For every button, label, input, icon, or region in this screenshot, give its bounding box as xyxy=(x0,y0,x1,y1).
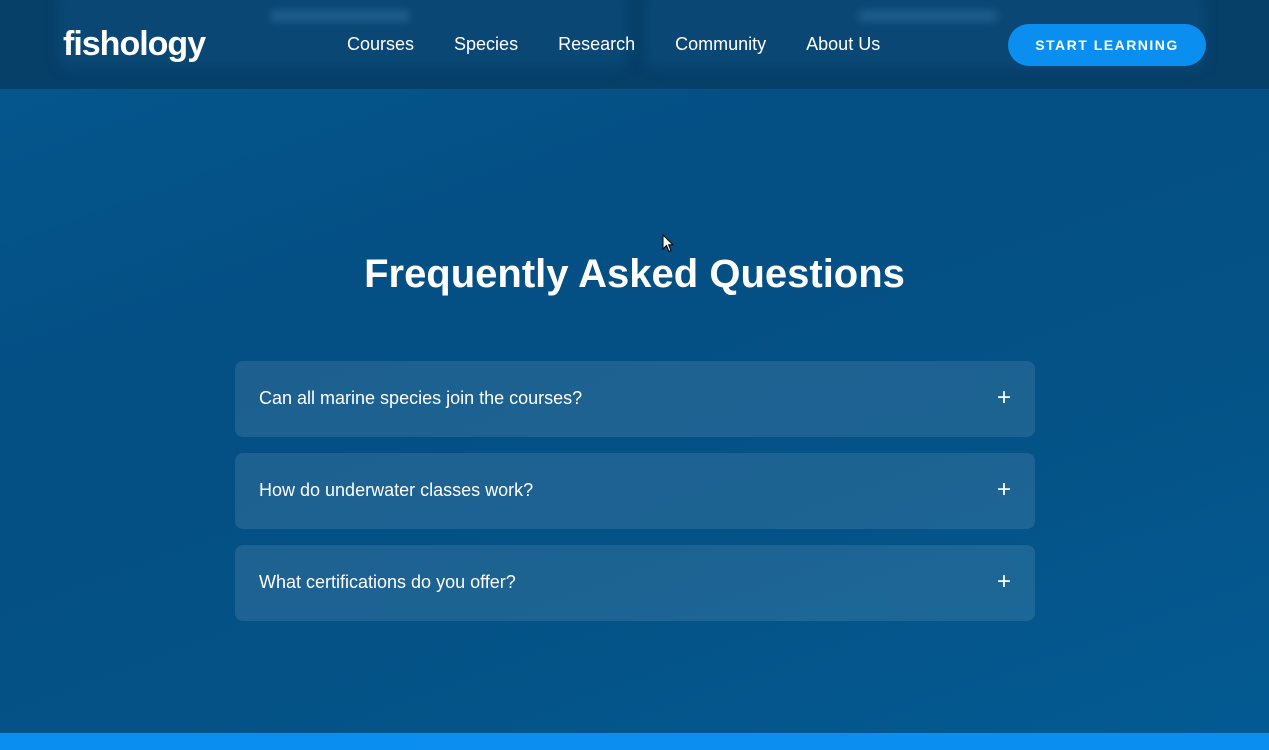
nav-item-community[interactable]: Community xyxy=(675,34,766,55)
site-logo[interactable]: fishology xyxy=(63,25,206,64)
plus-icon[interactable]: + xyxy=(995,385,1013,411)
faq-item[interactable]: How do underwater classes work? + xyxy=(235,453,1035,529)
faq-question: How do underwater classes work? xyxy=(259,480,534,500)
plus-icon[interactable]: + xyxy=(995,569,1013,595)
mouse-cursor-icon xyxy=(662,234,674,253)
footer-accent-bar xyxy=(0,733,1269,750)
background-blurred-text xyxy=(270,10,410,22)
plus-icon[interactable]: + xyxy=(995,477,1013,503)
nav-item-courses[interactable]: Courses xyxy=(347,34,414,55)
site-header: fishology Courses Species Research Commu… xyxy=(0,0,1269,90)
faq-question: What certifications do you offer? xyxy=(259,572,516,592)
nav-item-about-us[interactable]: About Us xyxy=(806,34,880,55)
nav-item-research[interactable]: Research xyxy=(558,34,635,55)
faq-title: Frequently Asked Questions xyxy=(364,252,905,296)
start-learning-button[interactable]: START LEARNING xyxy=(1008,24,1206,66)
nav-item-species[interactable]: Species xyxy=(454,34,518,55)
background-blurred-text xyxy=(858,10,998,22)
main-nav: Courses Species Research Community About… xyxy=(347,34,880,55)
faq-list: Can all marine species join the courses?… xyxy=(235,361,1035,637)
faq-item[interactable]: Can all marine species join the courses?… xyxy=(235,361,1035,437)
faq-question: Can all marine species join the courses? xyxy=(259,388,583,408)
faq-item[interactable]: What certifications do you offer? + xyxy=(235,545,1035,621)
